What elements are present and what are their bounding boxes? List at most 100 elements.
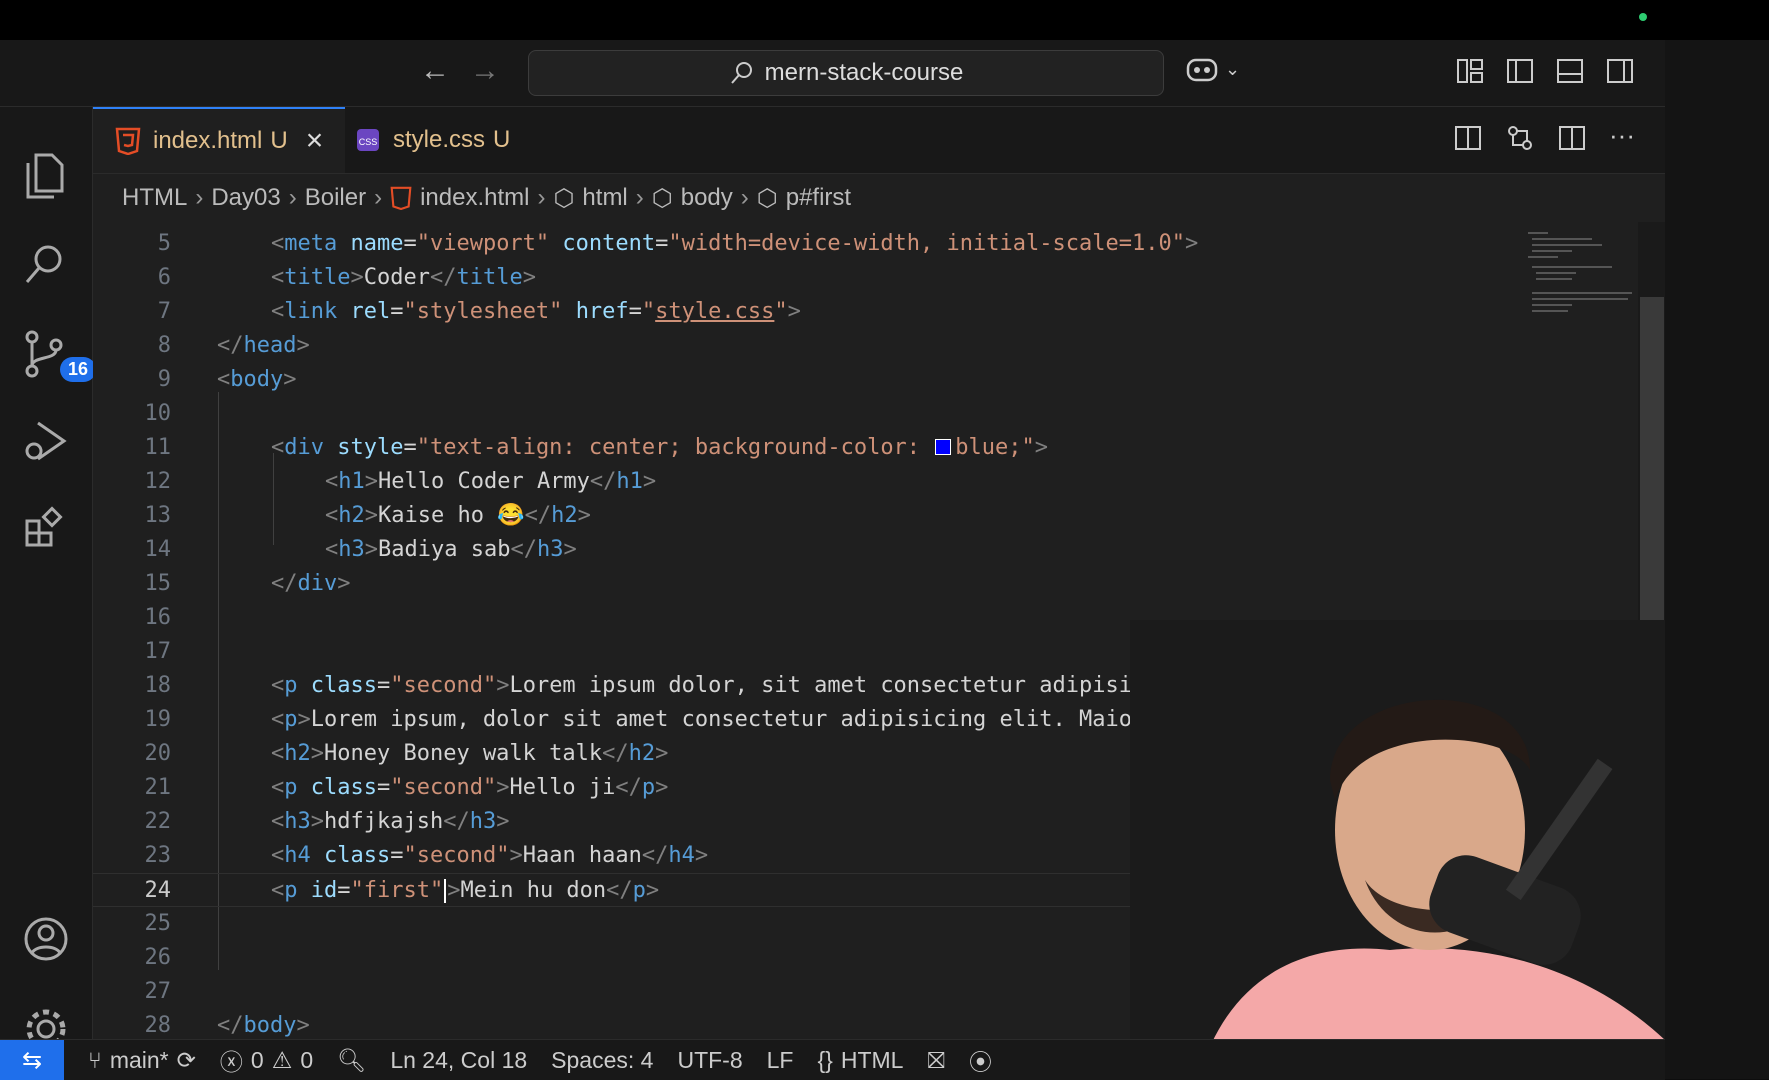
breadcrumb-item[interactable]: Boiler [305,184,366,212]
split-editor-icon[interactable] [1557,123,1587,158]
indent-guide [273,453,274,545]
breadcrumb-item-file[interactable]: index.html [390,184,529,212]
zoom-indicator[interactable]: 🔍︎ [337,1047,366,1074]
search-icon [730,62,752,84]
line-number: 7 [157,299,171,324]
breadcrumb-item-symbol[interactable]: ⬡ p#first [757,184,851,213]
code-token: "viewport" [416,231,550,256]
line-number: 10 [144,401,172,426]
magnifier-icon: 🔍︎ [337,1046,367,1073]
line-number: 6 [157,265,171,290]
html5-icon [115,127,141,155]
line-number: 15 [144,571,172,596]
close-icon[interactable]: × [306,124,324,158]
code-token: Honey Boney walk talk [324,741,603,766]
tab-style-css[interactable]: CSS style.css U [333,107,532,173]
line-number: 13 [144,503,172,528]
search-icon[interactable] [22,241,70,289]
cube-icon: ⬡ [756,184,778,212]
code-token: Haan haan [522,843,642,868]
broadcast-icon[interactable]: ⦿ [969,1043,992,1077]
branch-indicator[interactable]: ⑂ main* ⟳ [88,1047,196,1074]
compare-changes-icon[interactable] [1505,123,1535,158]
explorer-icon[interactable] [22,151,70,199]
title-bar: ← → mern-stack-course ⌄ [0,40,1665,107]
cube-icon: ⬡ [553,184,575,212]
copilot-status-icon[interactable]: ⛝ [927,1047,945,1074]
git-branch-icon: ⑂ [88,1046,102,1073]
chevron-down-icon: ⌄ [1225,58,1241,79]
breadcrumb-item[interactable]: HTML [122,184,187,212]
braces-icon: {} [817,1046,833,1073]
warning-icon: ⚠ [271,1046,293,1073]
encoding[interactable]: UTF-8 [677,1047,742,1074]
back-arrow-icon[interactable]: ← [420,54,450,88]
search-text: mern-stack-course [764,59,964,86]
screen-top-strip [0,0,1769,40]
code-line-current: 24 <p id="first" >Mein hu don</p> [93,873,1193,907]
text-cursor [444,879,447,903]
cube-icon: ⬡ [651,184,673,212]
tab-index-html[interactable]: index.html U × [93,107,346,173]
extensions-icon[interactable] [22,505,70,553]
chevron-right-icon: › [635,184,644,211]
line-number: 14 [144,537,172,562]
customize-layout-icon[interactable] [1455,56,1487,88]
code-token: blue;" [955,435,1035,460]
cursor-position[interactable]: Ln 24, Col 18 [390,1047,527,1074]
line-number: 24 [144,878,172,903]
account-icon[interactable] [22,915,70,963]
breadcrumb-label: body [680,184,733,211]
activity-bar: 16 [0,107,97,1079]
forward-arrow-icon[interactable]: → [470,54,500,88]
vscode-window: ← → mern-stack-course ⌄ 16 index.html U … [0,40,1665,1079]
line-number: 26 [144,945,172,970]
run-debug-icon[interactable] [22,419,70,467]
language-label: HTML [840,1046,904,1073]
line-number: 28 [144,1013,172,1038]
toggle-secondary-sidebar-icon[interactable] [1605,56,1637,88]
copilot-button[interactable]: ⌄ [1185,54,1240,84]
toggle-primary-sidebar-icon[interactable] [1505,56,1537,88]
code-token: Coder [363,265,430,290]
line-number: 18 [144,673,172,698]
more-actions-icon[interactable]: ··· [1609,122,1635,158]
code-token: Kaise ho 😂 [378,503,525,528]
line-number: 27 [144,979,172,1004]
code-token: "width=device-width, initial-scale=1.0" [668,231,1185,256]
chevron-right-icon: › [537,184,546,211]
recording-indicator [1639,13,1647,21]
remote-indicator-icon[interactable]: ⇆ [0,1040,64,1080]
source-control-icon[interactable]: 16 [22,329,97,382]
command-center-search[interactable]: mern-stack-course [528,50,1164,96]
line-number: 19 [144,707,172,732]
chevron-right-icon: › [288,184,297,211]
code-token: "second" [403,843,510,868]
tab-label: index.html [153,127,263,154]
breadcrumb-item-symbol[interactable]: ⬡ html [553,184,627,213]
indentation[interactable]: Spaces: 4 [551,1047,653,1074]
code-token: Mein hu don [460,878,607,903]
breadcrumb-item-symbol[interactable]: ⬡ body [652,184,733,213]
tab-status: U [270,127,288,154]
line-number: 8 [157,333,171,358]
language-mode[interactable]: {} HTML [817,1047,903,1074]
breadcrumb: HTML › Day03 › Boiler › index.html › ⬡ ht… [122,178,851,218]
chevron-right-icon: › [374,184,383,211]
html5-icon [390,186,412,210]
problems-indicator[interactable]: ⓧ 0 ⚠ 0 [220,1043,313,1077]
code-token: "first" [350,878,444,903]
scrollbar-thumb[interactable] [1640,297,1664,670]
editor-tabs: index.html U × CSS style.css U ··· [93,107,1665,174]
breadcrumb-item[interactable]: Day03 [211,184,280,212]
code-token: name [350,231,404,256]
color-swatch[interactable] [935,439,952,455]
line-number: 21 [144,775,172,800]
sync-icon[interactable]: ⟳ [177,1047,196,1074]
code-link[interactable]: style.css [655,299,774,324]
toggle-panel-icon[interactable] [1555,56,1587,88]
open-preview-icon[interactable] [1453,123,1483,158]
status-bar: ⇆ ⑂ main* ⟳ ⓧ 0 ⚠ 0 🔍︎ Ln 24, Col 18 Spaces: … [0,1039,1665,1080]
end-of-line[interactable]: LF [767,1047,794,1074]
code-token: "second" [390,673,497,698]
